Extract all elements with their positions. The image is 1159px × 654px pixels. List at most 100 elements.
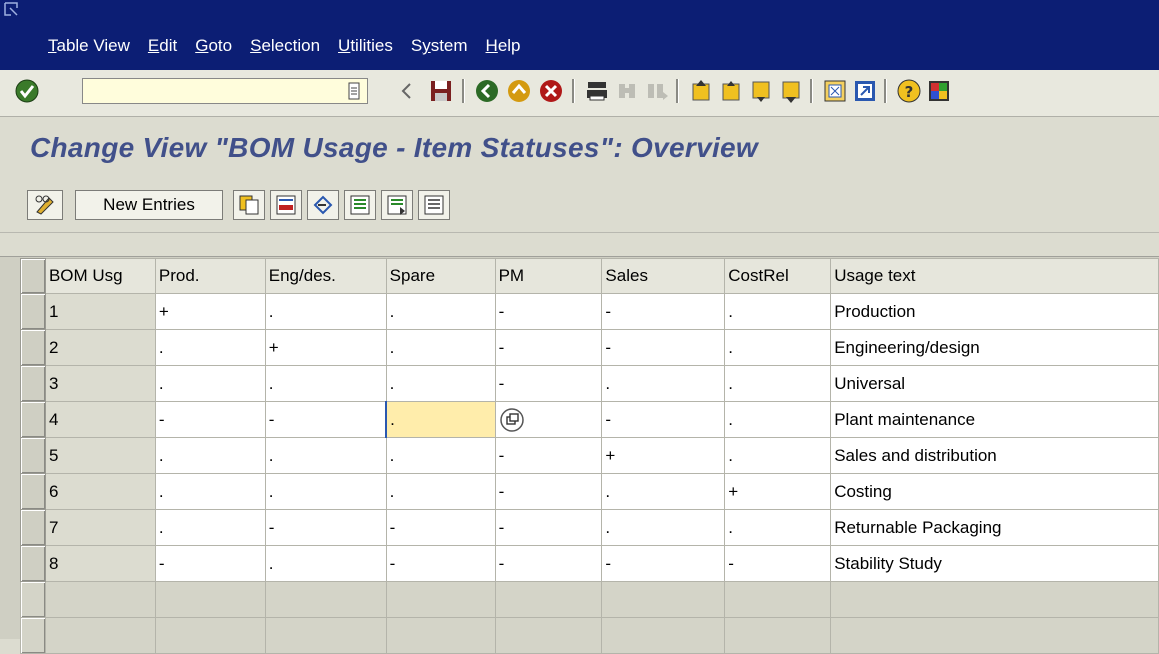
previous-page-icon[interactable] [718,78,744,104]
enter-checkmark-icon[interactable] [14,78,40,104]
cell-pm-possible-entries[interactable] [494,401,603,438]
cell-costrel[interactable]: . [724,401,832,438]
cell-spare[interactable]: - [385,545,496,582]
select-block-button[interactable] [381,190,413,220]
cell-spare[interactable]: - [385,509,496,546]
cell-sales[interactable]: - [601,401,726,438]
copy-as-button[interactable] [233,190,265,220]
menu-utilities[interactable]: Utilities [338,36,393,56]
cell-sales[interactable]: - [601,293,726,330]
undo-change-button[interactable] [307,190,339,220]
cell-usage-text[interactable]: Engineering/design [830,329,1159,366]
cell-usage-text[interactable]: Sales and distribution [830,437,1159,474]
possible-entries-icon[interactable] [499,407,525,433]
deselect-all-button[interactable] [418,190,450,220]
column-header-usage-text[interactable]: Usage text [830,258,1159,294]
cell-eng-des[interactable]: . [264,293,387,330]
cell-sales[interactable]: . [601,365,726,402]
cell-spare[interactable]: . [385,473,496,510]
cell-pm[interactable]: - [494,365,603,402]
cell-eng-des[interactable]: . [264,365,387,402]
print-icon[interactable] [584,78,610,104]
cell-costrel[interactable]: + [724,473,832,510]
shortcut-icon[interactable] [852,78,878,104]
cell-eng-des[interactable]: . [264,545,387,582]
save-icon[interactable] [428,78,454,104]
cell-eng-des[interactable]: - [264,509,387,546]
cell-prod[interactable]: . [154,329,266,366]
cell-pm[interactable]: - [494,473,603,510]
row-selector[interactable] [20,365,46,402]
column-header-spare[interactable]: Spare [385,258,496,294]
row-selector[interactable] [20,437,46,474]
column-header-costrel[interactable]: CostRel [724,258,832,294]
menu-help[interactable]: Help [486,36,521,56]
cell-spare[interactable]: . [385,329,496,366]
cell-usage-text[interactable]: Production [830,293,1159,330]
last-page-icon[interactable] [778,78,804,104]
cell-sales[interactable]: . [601,509,726,546]
row-selector[interactable] [20,509,46,546]
cell-prod[interactable]: . [154,473,266,510]
row-selector[interactable] [20,401,46,438]
cell-eng-des[interactable]: - [264,401,387,438]
cell-eng-des[interactable]: . [264,473,387,510]
cell-costrel[interactable]: . [724,365,832,402]
row-selector[interactable] [20,329,46,366]
cell-costrel[interactable]: . [724,509,832,546]
row-selector[interactable] [20,581,46,618]
cell-spare[interactable]: . [385,401,496,438]
select-all-button[interactable] [344,190,376,220]
new-session-icon[interactable] [822,78,848,104]
cell-costrel[interactable]: . [724,293,832,330]
row-selector[interactable] [20,293,46,330]
cell-sales[interactable]: + [601,437,726,474]
cell-prod[interactable]: . [154,509,266,546]
cell-spare[interactable]: . [385,437,496,474]
first-page-icon[interactable] [688,78,714,104]
menu-edit[interactable]: Edit [148,36,177,56]
column-header-prod[interactable]: Prod. [154,258,266,294]
column-header-sales[interactable]: Sales [601,258,726,294]
cell-sales[interactable]: - [601,329,726,366]
cell-pm[interactable]: - [494,509,603,546]
cell-prod[interactable]: - [154,545,266,582]
row-selector[interactable] [20,545,46,582]
cell-prod[interactable]: . [154,437,266,474]
select-all-rows-handle[interactable] [20,258,46,294]
cell-prod[interactable]: - [154,401,266,438]
cell-usage-text[interactable]: Stability Study [830,545,1159,582]
cell-eng-des[interactable]: . [264,437,387,474]
next-page-icon[interactable] [748,78,774,104]
find-next-icon[interactable] [644,78,670,104]
cell-usage-text[interactable]: Costing [830,473,1159,510]
cell-eng-des[interactable]: + [264,329,387,366]
new-entries-button[interactable]: New Entries [75,190,223,220]
find-icon[interactable] [614,78,640,104]
cell-sales[interactable]: . [601,473,726,510]
exit-icon[interactable] [506,78,532,104]
cell-pm[interactable]: - [494,437,603,474]
cancel-icon[interactable] [538,78,564,104]
cell-pm[interactable]: - [494,329,603,366]
cell-sales[interactable]: - [601,545,726,582]
command-history-icon[interactable] [347,82,361,100]
cell-costrel[interactable]: - [724,545,832,582]
command-input[interactable] [83,79,341,103]
cell-costrel[interactable]: . [724,329,832,366]
menu-goto[interactable]: Goto [195,36,232,56]
cell-spare[interactable]: . [385,365,496,402]
menu-system[interactable]: System [411,36,468,56]
back-icon[interactable] [474,78,500,104]
column-header-bom-usg[interactable]: BOM Usg [44,258,156,294]
menu-selection[interactable]: Selection [250,36,320,56]
cell-usage-text[interactable]: Plant maintenance [830,401,1159,438]
delete-button[interactable] [270,190,302,220]
row-selector[interactable] [20,473,46,510]
cell-spare[interactable]: . [385,293,496,330]
column-header-pm[interactable]: PM [494,258,603,294]
cell-costrel[interactable]: . [724,437,832,474]
cell-pm[interactable]: - [494,293,603,330]
window-menu-icon[interactable] [4,2,18,16]
command-field[interactable] [82,78,368,104]
